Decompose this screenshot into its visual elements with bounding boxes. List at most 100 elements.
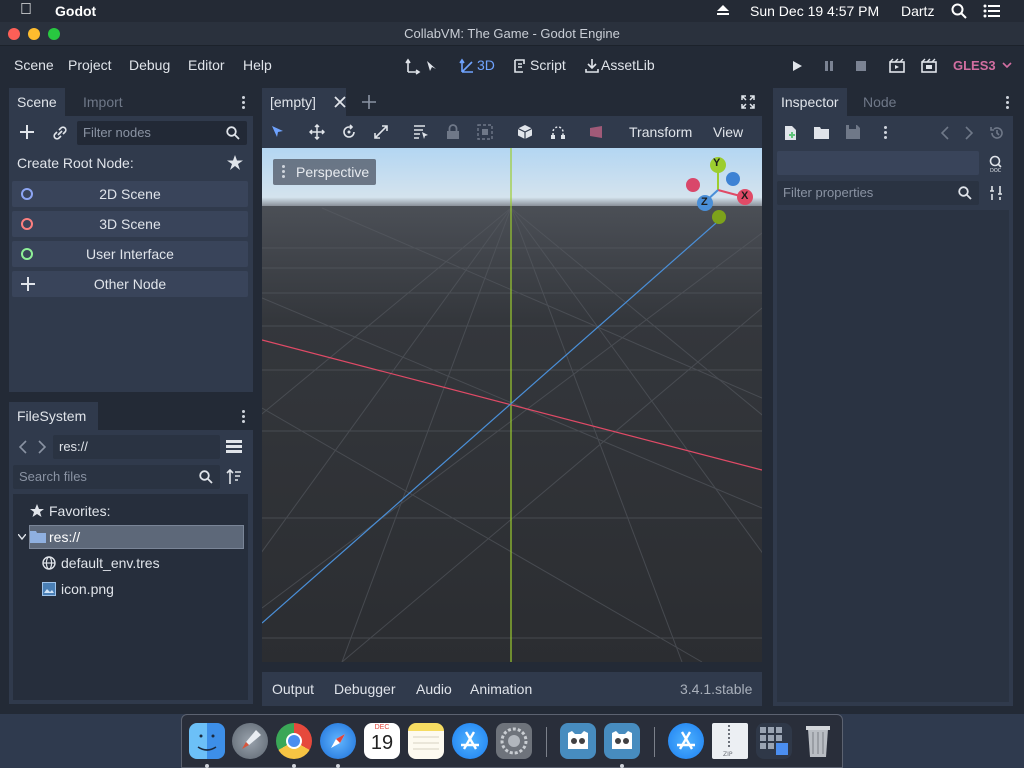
create-2d-scene-button[interactable]: 2D Scene	[12, 181, 248, 207]
calendar-icon[interactable]: DEC 19	[364, 723, 400, 759]
close-tab-icon[interactable]	[334, 96, 346, 108]
menu-help[interactable]: Help	[243, 57, 272, 73]
select-mode-icon[interactable]	[271, 125, 285, 139]
resource-menu-icon[interactable]	[884, 124, 888, 141]
godot-icon[interactable]	[560, 723, 596, 759]
tree-expand-arrow-icon[interactable]	[18, 534, 26, 540]
tab-inspector[interactable]: Inspector	[773, 88, 847, 116]
tab-animation[interactable]: Animation	[470, 681, 532, 697]
local-space-icon[interactable]	[517, 124, 533, 140]
transform-menu[interactable]: Transform	[629, 124, 692, 140]
dock-separator-2	[654, 727, 655, 757]
list-view-icon[interactable]	[226, 440, 242, 454]
view-menu[interactable]: View	[713, 124, 743, 140]
scale-mode-icon[interactable]	[373, 124, 389, 140]
tools-icon[interactable]	[989, 185, 1005, 201]
filesystem-dock-menu-icon[interactable]	[242, 408, 246, 425]
file-default-env[interactable]: default_env.tres	[61, 555, 160, 571]
group-icon[interactable]	[477, 124, 493, 140]
menu-project[interactable]: Project	[68, 57, 112, 73]
distraction-free-icon[interactable]	[741, 95, 755, 109]
tab-audio[interactable]: Audio	[416, 681, 452, 697]
menu-debug[interactable]: Debug	[129, 57, 170, 73]
3d-viewport[interactable]: Perspective Y X Z	[262, 148, 762, 662]
menu-editor[interactable]: Editor	[188, 57, 225, 73]
workspace-2d-button[interactable]	[405, 57, 441, 75]
instance-scene-icon[interactable]	[52, 125, 68, 141]
play-icon[interactable]	[791, 60, 803, 72]
list-select-icon[interactable]	[413, 124, 429, 140]
finder-icon[interactable]	[189, 723, 225, 759]
filter-properties-input[interactable]: Filter properties	[777, 181, 979, 205]
tab-filesystem[interactable]: FileSystem	[9, 402, 99, 430]
play-scene-icon[interactable]	[888, 58, 906, 74]
create-3d-scene-button[interactable]: 3D Scene	[12, 211, 248, 237]
history-icon[interactable]	[989, 125, 1005, 141]
eject-icon[interactable]	[716, 4, 730, 16]
forward-arrow-icon[interactable]	[38, 440, 46, 454]
orientation-gizmo[interactable]: Y X Z	[682, 154, 758, 230]
play-custom-scene-icon[interactable]	[920, 58, 938, 74]
godot-icon-2[interactable]	[604, 723, 640, 759]
pause-icon[interactable]	[823, 60, 835, 72]
workspace-3d-button[interactable]: 3D	[477, 57, 495, 73]
app-store-folder-icon[interactable]	[668, 723, 704, 759]
snap-icon[interactable]	[550, 124, 566, 140]
menubar-user[interactable]: Dartz	[901, 3, 934, 19]
chevron-down-icon[interactable]	[1002, 62, 1012, 70]
trash-icon[interactable]	[800, 723, 836, 759]
object-selector-field[interactable]	[777, 151, 979, 175]
dock-separator	[546, 727, 547, 757]
apple-menu-icon[interactable]: 	[20, 1, 32, 19]
lock-icon[interactable]	[446, 124, 460, 140]
inspector-dock-menu-icon[interactable]	[1006, 94, 1010, 111]
create-other-node-button[interactable]: Other Node	[12, 271, 248, 297]
tab-import[interactable]: Import	[75, 88, 131, 116]
add-node-icon[interactable]	[20, 125, 34, 139]
search-files-input[interactable]: Search files	[13, 465, 220, 489]
calendar-month: DEC	[374, 724, 390, 731]
history-back-icon[interactable]	[941, 126, 949, 140]
open-docs-icon[interactable]: DOC	[988, 155, 1006, 173]
tab-scene[interactable]: Scene	[9, 88, 65, 116]
sort-icon[interactable]	[226, 469, 242, 485]
tab-node[interactable]: Node	[855, 88, 904, 116]
file-icon-png[interactable]: icon.png	[61, 581, 114, 597]
tab-debugger[interactable]: Debugger	[334, 681, 396, 697]
safari-icon[interactable]	[320, 723, 356, 759]
create-user-interface-button[interactable]: User Interface	[12, 241, 248, 267]
preview-camera-icon[interactable]	[588, 125, 604, 139]
notification-center-icon[interactable]	[983, 4, 1001, 18]
chrome-icon[interactable]	[276, 723, 312, 759]
rotate-mode-icon[interactable]	[341, 124, 357, 140]
menu-scene[interactable]: Scene	[14, 57, 54, 73]
archive-icon[interactable]: ZIP	[712, 723, 748, 759]
create-resource-icon[interactable]	[784, 125, 798, 141]
save-resource-icon[interactable]	[846, 125, 860, 139]
menubar-clock[interactable]: Sun Dec 19 4:57 PM	[750, 3, 879, 19]
notes-icon[interactable]	[408, 723, 444, 759]
favorite-star-icon[interactable]	[227, 155, 243, 170]
history-forward-icon[interactable]	[965, 126, 973, 140]
favorites-label[interactable]: Favorites:	[49, 503, 110, 519]
move-mode-icon[interactable]	[309, 124, 325, 140]
renderer-selector[interactable]: GLES3	[953, 58, 996, 73]
window-grid-icon[interactable]	[756, 723, 792, 759]
tab-output[interactable]: Output	[272, 681, 314, 697]
app-store-icon[interactable]	[452, 723, 488, 759]
scene-dock-menu-icon[interactable]	[242, 94, 246, 111]
open-resource-icon[interactable]	[814, 126, 830, 140]
spotlight-search-icon[interactable]	[951, 3, 967, 19]
workspace-assetlib-button[interactable]: AssetLib	[601, 57, 655, 73]
workspace-script-button[interactable]: Script	[530, 57, 566, 73]
system-preferences-icon[interactable]	[496, 723, 532, 759]
launchpad-icon[interactable]	[232, 723, 268, 759]
back-arrow-icon[interactable]	[19, 440, 27, 454]
finder-running-indicator	[205, 764, 209, 768]
viewport-menu-button[interactable]: Perspective	[273, 159, 376, 185]
path-field[interactable]: res://	[53, 435, 220, 459]
app-menu-name[interactable]: Godot	[55, 3, 96, 19]
new-scene-tab-icon[interactable]	[362, 95, 376, 109]
stop-icon[interactable]	[855, 60, 867, 72]
filter-nodes-input[interactable]: Filter nodes	[77, 121, 247, 145]
